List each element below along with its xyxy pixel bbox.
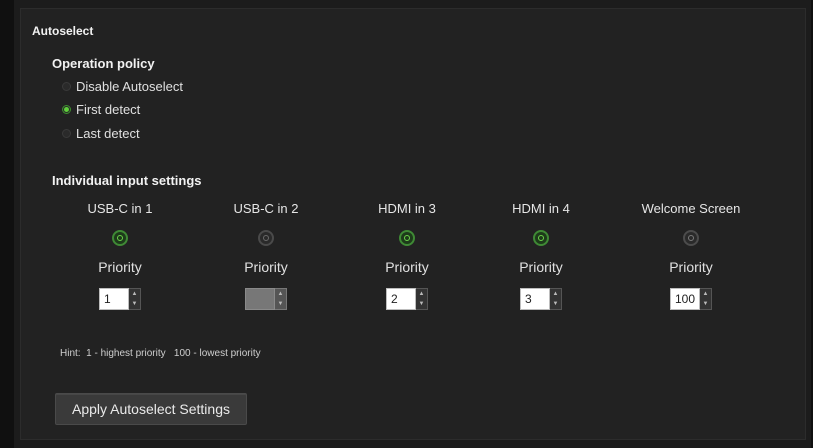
- stepper-buttons[interactable]: ▲ ▼: [550, 288, 562, 310]
- stepper-buttons[interactable]: ▲ ▼: [129, 288, 141, 310]
- radio-label: Disable Autoselect: [76, 78, 183, 94]
- apply-autoselect-settings-button[interactable]: Apply Autoselect Settings: [55, 393, 247, 425]
- input-name: USB-C in 2: [233, 201, 299, 216]
- priority-label: Priority: [385, 259, 429, 275]
- radio-last-detect[interactable]: Last detect: [62, 123, 140, 143]
- priority-input[interactable]: 100: [670, 288, 700, 310]
- stepper-up-icon: ▲: [277, 291, 284, 297]
- radio-button[interactable]: [62, 81, 71, 91]
- input-column-hdmi-in-3: HDMI in 3 Priority 2 ▲ ▼: [332, 200, 482, 310]
- priority-stepper[interactable]: 100 ▲ ▼: [670, 288, 712, 310]
- input-column-welcome-screen: Welcome Screen Priority 100 ▲ ▼: [616, 200, 766, 310]
- priority-input: [245, 288, 275, 310]
- priority-input[interactable]: 2: [386, 288, 416, 310]
- stepper-buttons[interactable]: ▲ ▼: [700, 288, 712, 310]
- stepper-up-icon[interactable]: ▲: [129, 289, 140, 299]
- autoselect-disabled-icon[interactable]: [683, 230, 699, 246]
- stepper-buttons[interactable]: ▲ ▼: [416, 288, 428, 310]
- input-column-usb-c-in-1: USB-C in 1 Priority 1 ▲ ▼: [45, 200, 195, 310]
- stepper-buttons: ▲ ▼: [275, 288, 287, 310]
- stepper-up-icon[interactable]: ▲: [416, 289, 427, 299]
- radio-label: First detect: [76, 101, 141, 117]
- stepper-down-icon[interactable]: ▼: [129, 299, 140, 309]
- radio-button[interactable]: [62, 128, 71, 138]
- priority-label: Priority: [244, 259, 288, 275]
- autoselect-enabled-icon[interactable]: [533, 230, 549, 246]
- section-title: Autoselect: [32, 24, 94, 38]
- stepper-down-icon[interactable]: ▼: [416, 299, 427, 309]
- autoselect-enabled-icon[interactable]: [399, 230, 415, 246]
- stepper-down-icon[interactable]: ▼: [700, 299, 711, 309]
- priority-hint: Hint: 1 - highest priority 100 - lowest …: [60, 348, 261, 359]
- stepper-down-icon: ▼: [277, 301, 284, 307]
- stepper-up-icon[interactable]: ▲: [700, 289, 711, 299]
- input-column-hdmi-in-4: HDMI in 4 Priority 3 ▲ ▼: [466, 200, 616, 310]
- input-name: HDMI in 3: [378, 201, 436, 216]
- stepper-down-icon[interactable]: ▼: [550, 299, 561, 309]
- priority-label: Priority: [669, 259, 713, 275]
- input-name: USB-C in 1: [87, 201, 153, 216]
- priority-stepper[interactable]: 3 ▲ ▼: [520, 288, 562, 310]
- radio-first-detect[interactable]: First detect: [62, 99, 140, 119]
- radio-button[interactable]: [62, 104, 71, 114]
- priority-stepper[interactable]: 1 ▲ ▼: [99, 288, 141, 310]
- priority-stepper[interactable]: 2 ▲ ▼: [386, 288, 428, 310]
- input-name: Welcome Screen: [641, 201, 741, 216]
- priority-label: Priority: [98, 259, 142, 275]
- radio-label: Last detect: [76, 125, 140, 141]
- priority-stepper: ▲ ▼: [245, 288, 287, 310]
- stepper-up-icon[interactable]: ▲: [550, 289, 561, 299]
- individual-input-settings-title: Individual input settings: [52, 173, 202, 188]
- priority-label: Priority: [519, 259, 563, 275]
- priority-input[interactable]: 3: [520, 288, 550, 310]
- input-name: HDMI in 4: [512, 201, 570, 216]
- radio-disable-autoselect[interactable]: Disable Autoselect: [62, 76, 183, 96]
- operation-policy-title: Operation policy: [52, 56, 155, 71]
- autoselect-enabled-icon[interactable]: [112, 230, 128, 246]
- priority-input[interactable]: 1: [99, 288, 129, 310]
- autoselect-disabled-icon[interactable]: [258, 230, 274, 246]
- input-column-usb-c-in-2: USB-C in 2 Priority ▲ ▼: [191, 200, 341, 310]
